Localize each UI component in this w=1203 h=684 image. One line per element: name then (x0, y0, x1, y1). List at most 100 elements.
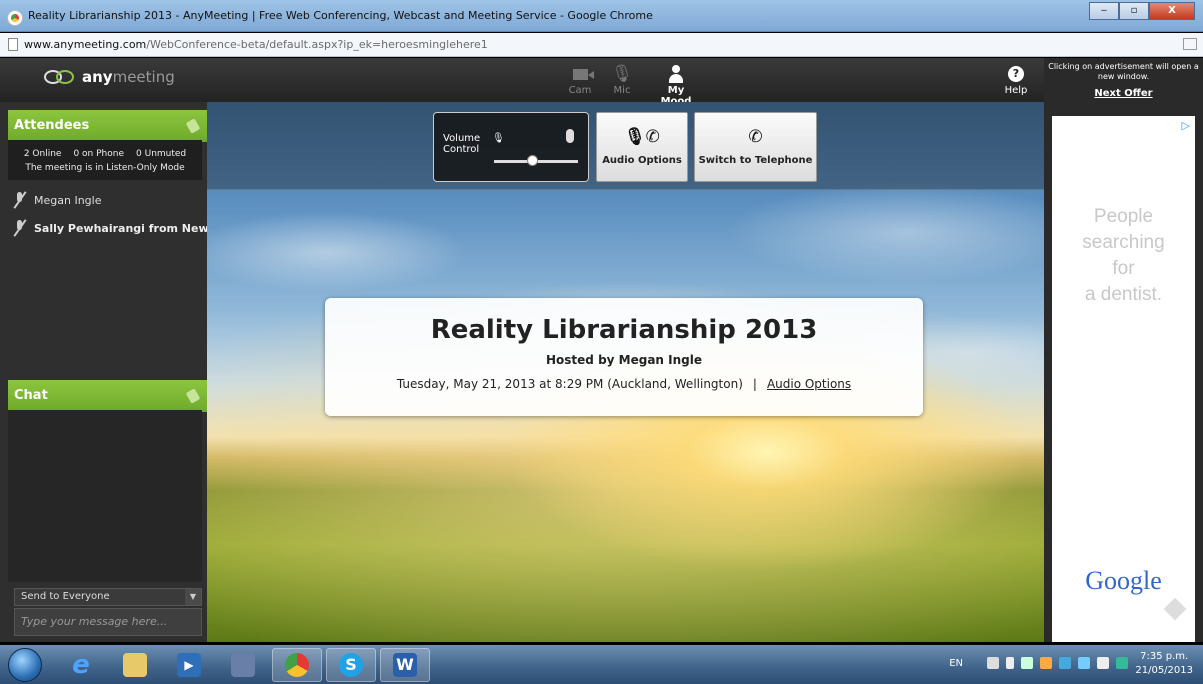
ad-arrow-icon[interactable] (1163, 597, 1187, 621)
windows-live-icon[interactable] (218, 648, 268, 682)
mic-muted-icon (14, 192, 26, 208)
mic-button[interactable]: 🎙︎ Mic (598, 63, 646, 96)
pin-icon[interactable] (185, 118, 201, 134)
clock-time: 7:35 p.m. (1140, 651, 1189, 662)
person-icon (669, 65, 683, 83)
listen-only-notice: The meeting is in Listen-Only Mode (25, 163, 185, 173)
meeting-host: Hosted by Megan Ingle (546, 353, 702, 367)
close-button[interactable]: X (1149, 2, 1195, 20)
windows-taskbar: e ▶ S W EN 7:35 p.m. 21/05/2013 (0, 645, 1203, 684)
minimize-button[interactable]: ‒ (1089, 2, 1119, 20)
audio-options-link[interactable]: Audio Options (767, 377, 851, 391)
google-logo: Google (1085, 566, 1162, 595)
send-to-select[interactable]: Send to Everyone ▼ (14, 588, 202, 606)
attendees-header[interactable]: Attendees (8, 110, 208, 142)
address-bar[interactable]: www.anymeeting.com/WebConference-beta/de… (0, 33, 1203, 57)
page-action-icon[interactable] (1183, 38, 1197, 50)
next-offer-link[interactable]: Next Offer (1044, 88, 1203, 99)
signal-icon[interactable] (1021, 657, 1033, 669)
switch-telephone-label: Switch to Telephone (698, 155, 813, 166)
online-count: 2 Online (23, 149, 62, 159)
audio-options-label: Audio Options (602, 155, 682, 166)
media-player-icon[interactable]: ▶ (164, 648, 214, 682)
sidebar: Attendees 2 Online 0 on Phone 0 Unmuted … (0, 102, 225, 642)
cam-label: Cam (568, 85, 592, 96)
adchoices-icon[interactable]: ▷ (1182, 119, 1190, 132)
audio-toolbar: Volume Control 🎙︎ 🎙︎✆ Audio Options ✆ Swi… (207, 102, 1044, 190)
separator: | (752, 377, 757, 391)
app-header: anymeeting Cam 🎙︎ Mic My Mood ? Help (0, 58, 1044, 107)
ad-text: People searching for a dentist. (1082, 206, 1165, 305)
volume-label: Volume Control (443, 133, 481, 155)
dropbox-icon[interactable] (1116, 657, 1128, 669)
mic-loud-icon (566, 129, 574, 143)
flag-icon[interactable] (1040, 657, 1052, 669)
url-text[interactable]: www.anymeeting.com/WebConference-beta/de… (24, 38, 488, 51)
logo-text: anymeeting (82, 68, 175, 86)
send-to-value: Send to Everyone (21, 591, 110, 602)
attendee-item[interactable]: Sally Pewhairangi from New ... (14, 217, 225, 239)
chat-message-input[interactable]: Type your message here... (14, 608, 202, 636)
clock-date: 21/05/2013 (1135, 665, 1193, 676)
meeting-title: Reality Librarianship 2013 (430, 315, 818, 345)
attendee-stats: 2 Online 0 on Phone 0 Unmuted The meetin… (8, 140, 202, 180)
anymeeting-logo[interactable]: anymeeting (44, 68, 175, 86)
advertisement[interactable]: ▷ People searching for a dentist. Google (1052, 116, 1195, 642)
attendees-title: Attendees (14, 118, 90, 133)
attendee-item[interactable]: Megan Ingle (14, 189, 101, 211)
switch-telephone-button[interactable]: ✆ Switch to Telephone (694, 112, 817, 182)
mic-label: Mic (613, 85, 631, 96)
phone-icon: ✆ (748, 127, 763, 147)
cam-button[interactable]: Cam (556, 63, 604, 96)
camera-icon (572, 68, 594, 80)
volume-control[interactable]: Volume Control 🎙︎ (433, 112, 589, 182)
window-titlebar: Reality Librarianship 2013 - AnyMeeting … (0, 0, 1203, 32)
audio-options-button[interactable]: 🎙︎✆ Audio Options (596, 112, 688, 182)
internet-explorer-icon[interactable]: e (56, 648, 106, 682)
system-clock[interactable]: 7:35 p.m. 21/05/2013 (1135, 650, 1193, 678)
mic-muted-icon: 🎙︎ (611, 64, 633, 84)
chat-messages (8, 410, 202, 582)
meeting-datetime: Tuesday, May 21, 2013 at 8:29 PM (Auckla… (396, 377, 743, 391)
display-icon[interactable] (1078, 657, 1090, 669)
word-icon[interactable]: W (380, 648, 430, 682)
maximize-button[interactable]: ▫ (1119, 2, 1149, 20)
mic-phone-icon: 🎙︎✆ (624, 127, 660, 147)
skype-icon[interactable]: S (326, 648, 376, 682)
url-path: /WebConference-beta/default.aspx?ip_ek=h… (146, 38, 488, 51)
file-explorer-icon[interactable] (110, 648, 160, 682)
attendee-name: Sally Pewhairangi from New ... (34, 221, 226, 235)
unmuted-count: 0 Unmuted (136, 149, 187, 159)
ad-column: Clicking on advertisement will open a ne… (1044, 58, 1203, 642)
logo-icon (44, 68, 76, 86)
meeting-info-card: Reality Librarianship 2013 Hosted by Meg… (325, 298, 923, 416)
window-title: Reality Librarianship 2013 - AnyMeeting … (28, 9, 653, 22)
volume-slider-handle[interactable] (526, 155, 538, 166)
help-icon: ? (1008, 66, 1024, 82)
mic-muted-icon: 🎙︎ (492, 133, 505, 144)
ad-notice: Clicking on advertisement will open a ne… (1048, 62, 1199, 81)
chat-header[interactable]: Chat (8, 380, 208, 412)
keyboard-icon[interactable] (987, 657, 999, 669)
language-indicator[interactable]: EN (949, 658, 963, 669)
pin-icon[interactable] (185, 388, 201, 404)
phone-count: 0 on Phone (73, 149, 125, 159)
chevron-down-icon[interactable]: ▼ (185, 589, 201, 605)
help-button[interactable]: ? Help (992, 63, 1040, 96)
tray-icons (987, 657, 1128, 669)
system-tray: EN 7:35 p.m. 21/05/2013 (903, 645, 1203, 684)
start-button[interactable] (8, 648, 42, 682)
chrome-taskbar-icon[interactable] (272, 648, 322, 682)
chat-title: Chat (14, 388, 48, 403)
window-controls: ‒ ▫ X (1089, 2, 1195, 20)
show-hidden-icon[interactable] (1006, 657, 1014, 669)
network-icon[interactable] (1059, 657, 1071, 669)
page-icon (8, 38, 18, 51)
volume-icon[interactable] (1097, 657, 1109, 669)
my-mood-button[interactable]: My Mood (652, 63, 700, 107)
attendee-name: Megan Ingle (34, 193, 102, 207)
mic-muted-icon (14, 220, 26, 236)
url-host: www.anymeeting.com (24, 38, 147, 51)
meeting-datetime-row: Tuesday, May 21, 2013 at 8:29 PM (Auckla… (325, 377, 923, 391)
help-label: Help (1004, 85, 1028, 96)
